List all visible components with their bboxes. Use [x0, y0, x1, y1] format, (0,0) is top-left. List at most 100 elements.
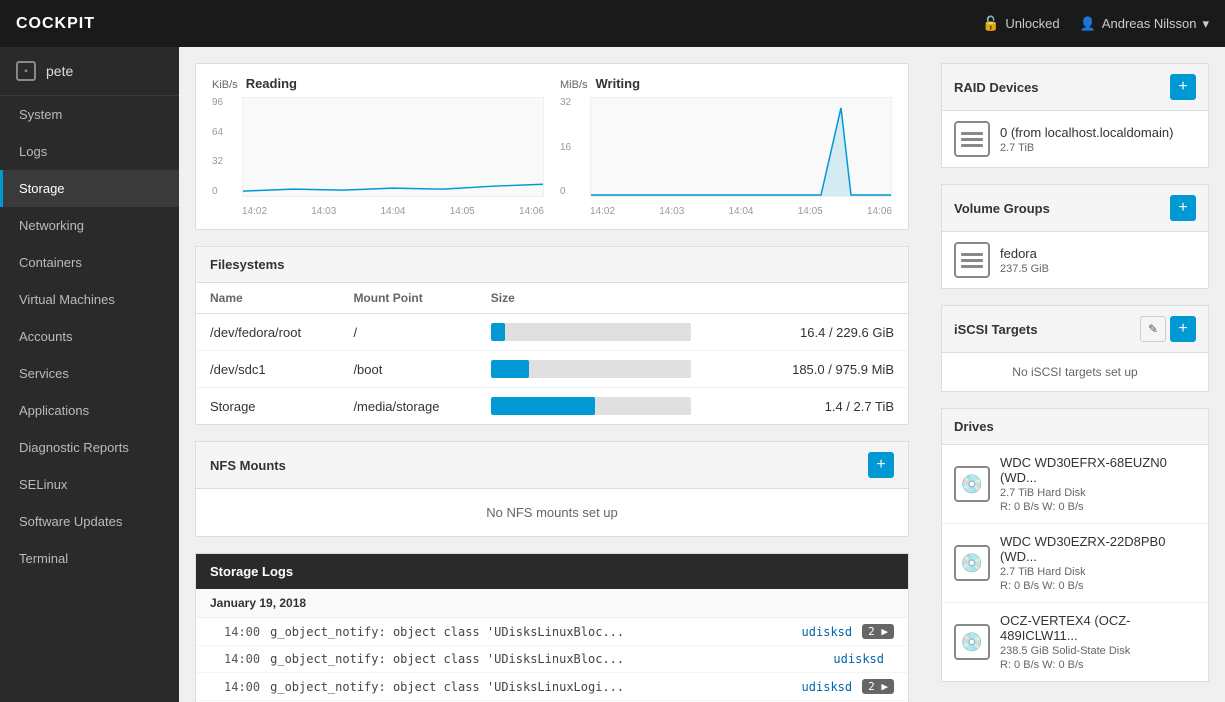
log-time: 14:00: [224, 625, 260, 639]
fs-size-bar: [477, 314, 752, 351]
log-message: g_object_notify: object class 'UDisksLin…: [270, 652, 823, 666]
sidebar-item-logs[interactable]: Logs: [0, 133, 179, 170]
fs-name: Storage: [196, 388, 339, 425]
sidebar-item-applications[interactable]: Applications: [0, 392, 179, 429]
drive-item-rw: R: 0 B/s W: 0 B/s: [1000, 580, 1196, 592]
log-time: 14:00: [224, 652, 260, 666]
vg-add-button[interactable]: +: [1170, 195, 1196, 221]
iscsi-title: iSCSI Targets: [954, 322, 1038, 337]
sidebar-item-accounts[interactable]: Accounts: [0, 318, 179, 355]
col-size: Size: [477, 283, 752, 314]
vg-title: Volume Groups: [954, 201, 1050, 216]
log-source: udisksd: [802, 625, 853, 639]
list-item[interactable]: fedora 237.5 GiB: [942, 232, 1208, 288]
nfs-header: NFS Mounts +: [196, 442, 908, 489]
vg-item-info: fedora 237.5 GiB: [1000, 246, 1196, 275]
drive-item-name: OCZ-VERTEX4 (OCZ-489ICLW11...: [1000, 613, 1196, 643]
filesystems-header: Filesystems: [196, 247, 908, 283]
sidebar-item-virtual-machines[interactable]: Virtual Machines: [0, 281, 179, 318]
lock-status[interactable]: 🔓 Unlocked: [982, 15, 1060, 32]
drive-item-sub: 2.7 TiB Hard Disk: [1000, 566, 1196, 578]
fs-mount: /: [339, 314, 476, 351]
drive-item-rw: R: 0 B/s W: 0 B/s: [1000, 659, 1196, 671]
log-source: udisksd: [802, 680, 853, 694]
topnav: COCKPIT 🔓 Unlocked 👤 Andreas Nilsson ▾: [0, 0, 1225, 47]
drives-title: Drives: [954, 419, 994, 434]
list-item[interactable]: 14:00 g_object_notify: object class 'UDi…: [196, 673, 908, 701]
list-item[interactable]: 14:00 g_object_notify: object class 'UDi…: [196, 646, 908, 673]
raid-item-name: 0 (from localhost.localdomain): [1000, 125, 1196, 140]
vg-device-icon: [954, 242, 990, 278]
list-item[interactable]: 💿 OCZ-VERTEX4 (OCZ-489ICLW11... 238.5 Gi…: [942, 603, 1208, 681]
volume-groups-header: Volume Groups +: [942, 185, 1208, 232]
user-label: Andreas Nilsson: [1102, 16, 1197, 31]
volume-groups-panel: Volume Groups + fedora 237.5 GiB: [941, 184, 1209, 289]
table-row: Storage /media/storage 1.4 / 2.7 TiB: [196, 388, 908, 425]
storage-logs-panel: Storage Logs January 19, 2018 14:00 g_ob…: [195, 553, 909, 702]
logs-rows: 14:00 g_object_notify: object class 'UDi…: [196, 618, 908, 702]
chevron-down-icon: ▾: [1202, 16, 1209, 32]
fs-name: /dev/sdc1: [196, 351, 339, 388]
writing-x-labels: 14:0214:0314:0414:0514:06: [590, 203, 892, 217]
reading-chart: KiB/s Reading 9664320 14:0214:0314:0414:…: [212, 76, 544, 217]
raid-add-button[interactable]: +: [1170, 74, 1196, 100]
sidebar-item-system[interactable]: System: [0, 96, 179, 133]
list-item[interactable]: 💿 WDC WD30EFRX-68EUZN0 (WD... 2.7 TiB Ha…: [942, 445, 1208, 524]
sidebar-item-storage[interactable]: Storage: [0, 170, 179, 207]
col-name: Name: [196, 283, 339, 314]
iscsi-header: iSCSI Targets ✎ +: [942, 306, 1208, 353]
nfs-empty-msg: No NFS mounts set up: [196, 489, 908, 536]
drive-icon: 💿: [954, 466, 990, 502]
reading-unit: KiB/s: [212, 79, 238, 91]
sidebar-item-services[interactable]: Services: [0, 355, 179, 392]
iscsi-panel: iSCSI Targets ✎ + No iSCSI targets set u…: [941, 305, 1209, 392]
sidebar-item-networking[interactable]: Networking: [0, 207, 179, 244]
drive-item-info: WDC WD30EFRX-68EUZN0 (WD... 2.7 TiB Hard…: [1000, 455, 1196, 513]
host-label: pete: [46, 63, 73, 79]
list-item[interactable]: 💿 WDC WD30EZRX-22D8PB0 (WD... 2.7 TiB Ha…: [942, 524, 1208, 603]
writing-chart: MiB/s Writing 32160 14: [560, 76, 892, 217]
vg-items: fedora 237.5 GiB: [942, 232, 1208, 288]
writing-chart-inner: [590, 97, 892, 197]
fs-name: /dev/fedora/root: [196, 314, 339, 351]
reading-chart-inner: [242, 97, 544, 197]
logs-date: January 19, 2018: [196, 589, 908, 618]
writing-y-labels: 32160: [560, 97, 588, 197]
main-content: KiB/s Reading 9664320 14:0214:0314:0414:…: [179, 47, 925, 702]
fs-size-text: 185.0 / 975.9 MiB: [751, 351, 908, 388]
fs-mount: /media/storage: [339, 388, 476, 425]
raid-title: RAID Devices: [954, 80, 1039, 95]
unlocked-label: Unlocked: [1005, 16, 1059, 31]
sidebar-item-terminal[interactable]: Terminal: [0, 540, 179, 577]
writing-title: Writing: [596, 76, 641, 91]
raid-item-sub: 2.7 TiB: [1000, 142, 1196, 154]
iscsi-edit-button[interactable]: ✎: [1140, 316, 1166, 342]
fs-size-bar: [477, 388, 752, 425]
writing-unit: MiB/s: [560, 79, 588, 91]
nfs-add-button[interactable]: +: [868, 452, 894, 478]
list-item[interactable]: 0 (from localhost.localdomain) 2.7 TiB: [942, 111, 1208, 167]
sidebar-item-diagnostic-reports[interactable]: Diagnostic Reports: [0, 429, 179, 466]
log-badge: 2 ▶: [862, 624, 894, 639]
sidebar-item-containers[interactable]: Containers: [0, 244, 179, 281]
list-item[interactable]: 14:00 g_object_notify: object class 'UDi…: [196, 618, 908, 646]
sidebar-nav: SystemLogsStorageNetworkingContainersVir…: [0, 96, 179, 577]
layout: ▪ pete SystemLogsStorageNetworkingContai…: [0, 47, 1225, 702]
reading-svg: [243, 98, 543, 196]
sidebar-item-software-updates[interactable]: Software Updates: [0, 503, 179, 540]
reading-y-labels: 9664320: [212, 97, 240, 197]
filesystems-panel: Filesystems Name Mount Point Size /dev/f…: [195, 246, 909, 425]
writing-svg: [591, 98, 891, 196]
user-menu[interactable]: 👤 Andreas Nilsson ▾: [1080, 16, 1209, 32]
sidebar-host[interactable]: ▪ pete: [0, 47, 179, 96]
log-message: g_object_notify: object class 'UDisksLin…: [270, 625, 791, 639]
lock-icon: 🔓: [982, 15, 999, 32]
writing-chart-area: 32160 14:0214:0314:0414:0514:06: [560, 97, 892, 217]
right-sidebar: RAID Devices + 0 (from localhost.localdo…: [925, 47, 1225, 702]
drive-item-name: WDC WD30EZRX-22D8PB0 (WD...: [1000, 534, 1196, 564]
sidebar-item-selinux[interactable]: SELinux: [0, 466, 179, 503]
iscsi-add-button[interactable]: +: [1170, 316, 1196, 342]
vg-item-name: fedora: [1000, 246, 1196, 261]
log-message: g_object_notify: object class 'UDisksLin…: [270, 680, 791, 694]
col-size-val: [751, 283, 908, 314]
